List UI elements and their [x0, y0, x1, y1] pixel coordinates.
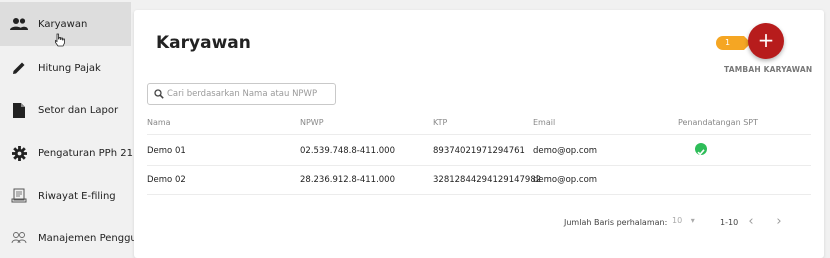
cell-ktp: 32812844294129147982	[433, 175, 542, 185]
efiling-icon	[10, 187, 28, 205]
add-employee-button[interactable]: +	[748, 23, 784, 59]
rows-per-page-value: 10	[672, 216, 683, 225]
search-icon	[154, 89, 164, 99]
sidebar-item-label: Manajemen Pengguna	[38, 232, 150, 244]
cell-email: demo@op.com	[533, 146, 598, 156]
cell-nama: Demo 01	[147, 146, 186, 156]
cell-npwp: 02.539.748.8-411.000	[300, 146, 395, 156]
sidebar-item-hitung-pajak[interactable]: Hitung Pajak	[0, 46, 131, 90]
column-header-npwp[interactable]: NPWP	[300, 118, 324, 127]
sidebar-item-setor-lapor[interactable]: Setor dan Lapor	[0, 88, 131, 132]
sidebar-item-label: Riwayat E-filing	[38, 190, 116, 202]
rows-per-page-label: Jumlah Baris perhalaman:	[564, 218, 668, 227]
sidebar: Karyawan Hitung Pajak Setor dan Lapor Pe…	[0, 0, 149, 258]
users-manage-icon	[10, 229, 28, 247]
sidebar-item-label: Setor dan Lapor	[38, 104, 119, 116]
column-header-ktp[interactable]: KTP	[433, 118, 447, 127]
people-icon	[10, 15, 28, 33]
divider	[147, 165, 811, 166]
document-icon	[10, 101, 28, 119]
sidebar-item-manajemen[interactable]: Manajemen Pengguna	[0, 216, 149, 258]
cell-nama: Demo 02	[147, 175, 186, 185]
pencil-icon	[10, 59, 28, 77]
check-icon	[695, 143, 707, 156]
hand-cursor-icon	[55, 33, 65, 47]
divider	[147, 134, 811, 135]
step-badge: 1	[716, 36, 751, 50]
column-header-penandatangan[interactable]: Penandatangan SPT	[678, 118, 758, 127]
add-employee-label: TAMBAH KARYAWAN	[724, 65, 813, 74]
main-card: Karyawan 1 + TAMBAH KARYAWAN Nama NPWP K…	[134, 10, 824, 258]
sidebar-item-riwayat[interactable]: Riwayat E-filing	[0, 174, 131, 218]
sidebar-item-pengaturan[interactable]: Pengaturan PPh 21	[0, 131, 133, 175]
gear-icon	[10, 144, 28, 162]
sidebar-item-label: Karyawan	[38, 18, 88, 30]
search-box	[147, 83, 336, 105]
search-input[interactable]	[167, 89, 332, 99]
sidebar-item-label: Pengaturan PPh 21	[38, 147, 133, 159]
next-page-button[interactable]: ›	[772, 214, 786, 230]
cell-email: demo@op.com	[533, 175, 598, 185]
dropdown-arrow-icon: ▾	[690, 216, 695, 225]
prev-page-button[interactable]: ‹	[744, 214, 758, 230]
rows-per-page-select[interactable]: 10 ▾	[672, 216, 702, 230]
column-header-nama[interactable]: Nama	[147, 118, 171, 127]
column-header-email[interactable]: Email	[533, 118, 555, 127]
divider	[147, 194, 811, 195]
page-title: Karyawan	[156, 33, 251, 53]
cell-ktp: 89374021971294761	[433, 146, 525, 156]
cell-npwp: 28.236.912.8-411.000	[300, 175, 395, 185]
sidebar-item-label: Hitung Pajak	[38, 62, 101, 74]
page-range: 1-10	[720, 218, 739, 227]
